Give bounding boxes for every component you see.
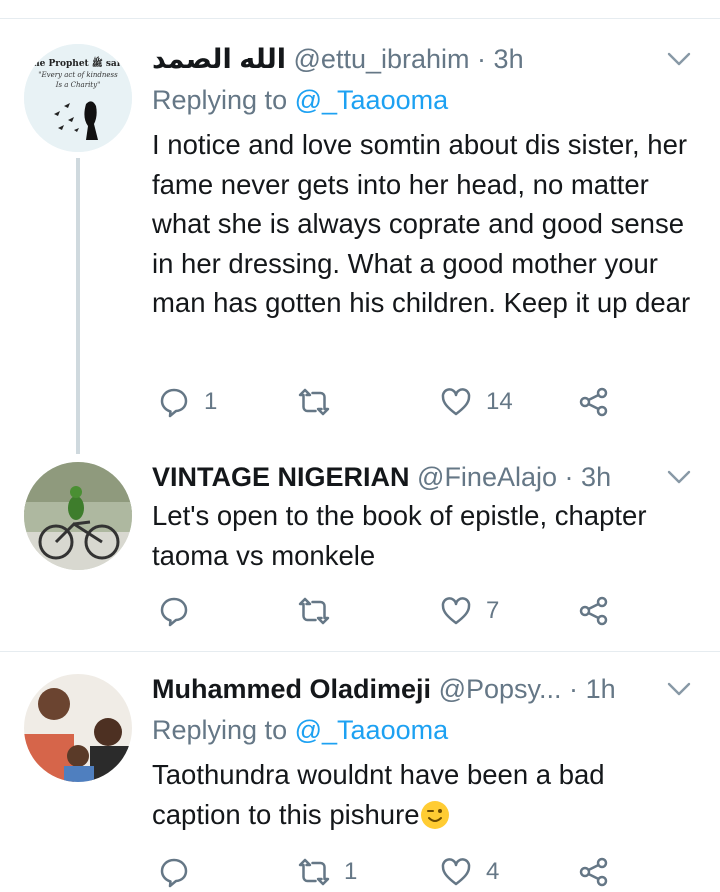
like-button[interactable]: 7 bbox=[440, 591, 499, 631]
tweet-text-content: Taothundra wouldnt have been a bad capti… bbox=[152, 759, 605, 830]
retweet-count: 1 bbox=[344, 858, 358, 885]
avatar[interactable] bbox=[24, 674, 132, 782]
retweet-icon bbox=[298, 858, 330, 886]
avatar[interactable]: The Prophet ﷺ said, "Every act of kindne… bbox=[24, 44, 132, 152]
tweet-actions: 7 bbox=[152, 591, 622, 631]
reply-count: 1 bbox=[204, 388, 218, 415]
like-count: 7 bbox=[486, 597, 500, 624]
separator-dot: · bbox=[564, 462, 574, 492]
replying-label: Replying to bbox=[152, 85, 288, 115]
avatar-image bbox=[24, 462, 132, 570]
reply-icon bbox=[160, 388, 188, 418]
timestamp[interactable]: 3h bbox=[494, 44, 524, 74]
mention-link[interactable]: @_Taaooma bbox=[295, 85, 449, 115]
tweet-actions: 1 4 bbox=[152, 852, 622, 892]
chevron-down-icon[interactable] bbox=[666, 464, 692, 490]
separator-dot: · bbox=[477, 44, 487, 74]
retweet-icon bbox=[298, 597, 330, 625]
chevron-down-icon[interactable] bbox=[666, 676, 692, 702]
handle[interactable]: @ettu_ibrahim bbox=[294, 44, 470, 74]
timestamp[interactable]: 3h bbox=[581, 462, 611, 492]
avatar[interactable] bbox=[24, 462, 132, 570]
reply-icon bbox=[160, 597, 188, 627]
like-icon bbox=[441, 858, 471, 886]
tweet-2[interactable]: VINTAGE NIGERIAN @FineAlajo · 3h Let's o… bbox=[0, 450, 720, 652]
avatar-image bbox=[24, 674, 132, 782]
retweet-button[interactable]: 1 bbox=[298, 852, 357, 892]
reply-button[interactable] bbox=[158, 591, 204, 631]
like-icon bbox=[441, 597, 471, 625]
like-count: 4 bbox=[486, 858, 500, 885]
wink-emoji-icon bbox=[420, 800, 449, 829]
avatar-text-line2: "Every act of kindness bbox=[38, 71, 118, 79]
tweet-1[interactable]: The Prophet ﷺ said, "Every act of kindne… bbox=[0, 0, 720, 454]
avatar-image: The Prophet ﷺ said, "Every act of kindne… bbox=[24, 44, 132, 152]
timestamp[interactable]: 1h bbox=[586, 674, 616, 704]
tweet-text: I notice and love somtin about dis siste… bbox=[152, 129, 691, 318]
display-name[interactable]: VINTAGE NIGERIAN bbox=[152, 462, 410, 492]
share-button[interactable] bbox=[578, 382, 610, 422]
reply-button[interactable]: 1 bbox=[158, 382, 217, 422]
share-button[interactable] bbox=[578, 852, 610, 892]
handle[interactable]: @Popsy... bbox=[439, 674, 562, 704]
share-icon bbox=[579, 857, 608, 887]
replying-to: Replying to @_Taaooma bbox=[152, 83, 448, 117]
like-icon bbox=[441, 388, 471, 416]
handle[interactable]: @FineAlajo bbox=[417, 462, 557, 492]
avatar-text-line3: Is a Charity" bbox=[55, 81, 101, 89]
share-button[interactable] bbox=[578, 591, 610, 631]
share-icon bbox=[579, 596, 608, 626]
tweet-actions: 1 14 bbox=[152, 382, 622, 422]
display-name[interactable]: الله الصمد bbox=[152, 44, 286, 74]
chevron-down-icon[interactable] bbox=[666, 46, 692, 72]
thread-line bbox=[76, 158, 80, 454]
replying-to: Replying to @_Taaooma bbox=[152, 713, 448, 747]
like-button[interactable]: 14 bbox=[440, 382, 513, 422]
share-icon bbox=[579, 387, 608, 417]
tweet-text: Let's open to the book of epistle, chapt… bbox=[152, 500, 647, 571]
retweet-button[interactable] bbox=[298, 591, 344, 631]
replying-label: Replying to bbox=[152, 715, 288, 745]
reply-button[interactable] bbox=[158, 852, 204, 892]
separator-dot: · bbox=[569, 674, 579, 704]
like-count: 14 bbox=[486, 388, 513, 415]
tweet-text: Taothundra wouldnt have been a bad capti… bbox=[152, 755, 700, 834]
mention-link[interactable]: @_Taaooma bbox=[295, 715, 449, 745]
tweet-3[interactable]: Muhammed Oladimeji @Popsy... · 1h Replyi… bbox=[0, 652, 720, 888]
reply-icon bbox=[160, 858, 188, 888]
like-button[interactable]: 4 bbox=[440, 852, 499, 892]
tweet-header: الله الصمد @ettu_ibrahim · 3h bbox=[152, 42, 634, 76]
tweet-header: Muhammed Oladimeji @Popsy... · 1h bbox=[152, 672, 634, 706]
display-name[interactable]: Muhammed Oladimeji bbox=[152, 674, 431, 704]
retweet-button[interactable] bbox=[298, 382, 344, 422]
retweet-icon bbox=[298, 388, 330, 416]
tweet-header: VINTAGE NIGERIAN @FineAlajo · 3h bbox=[152, 460, 634, 494]
